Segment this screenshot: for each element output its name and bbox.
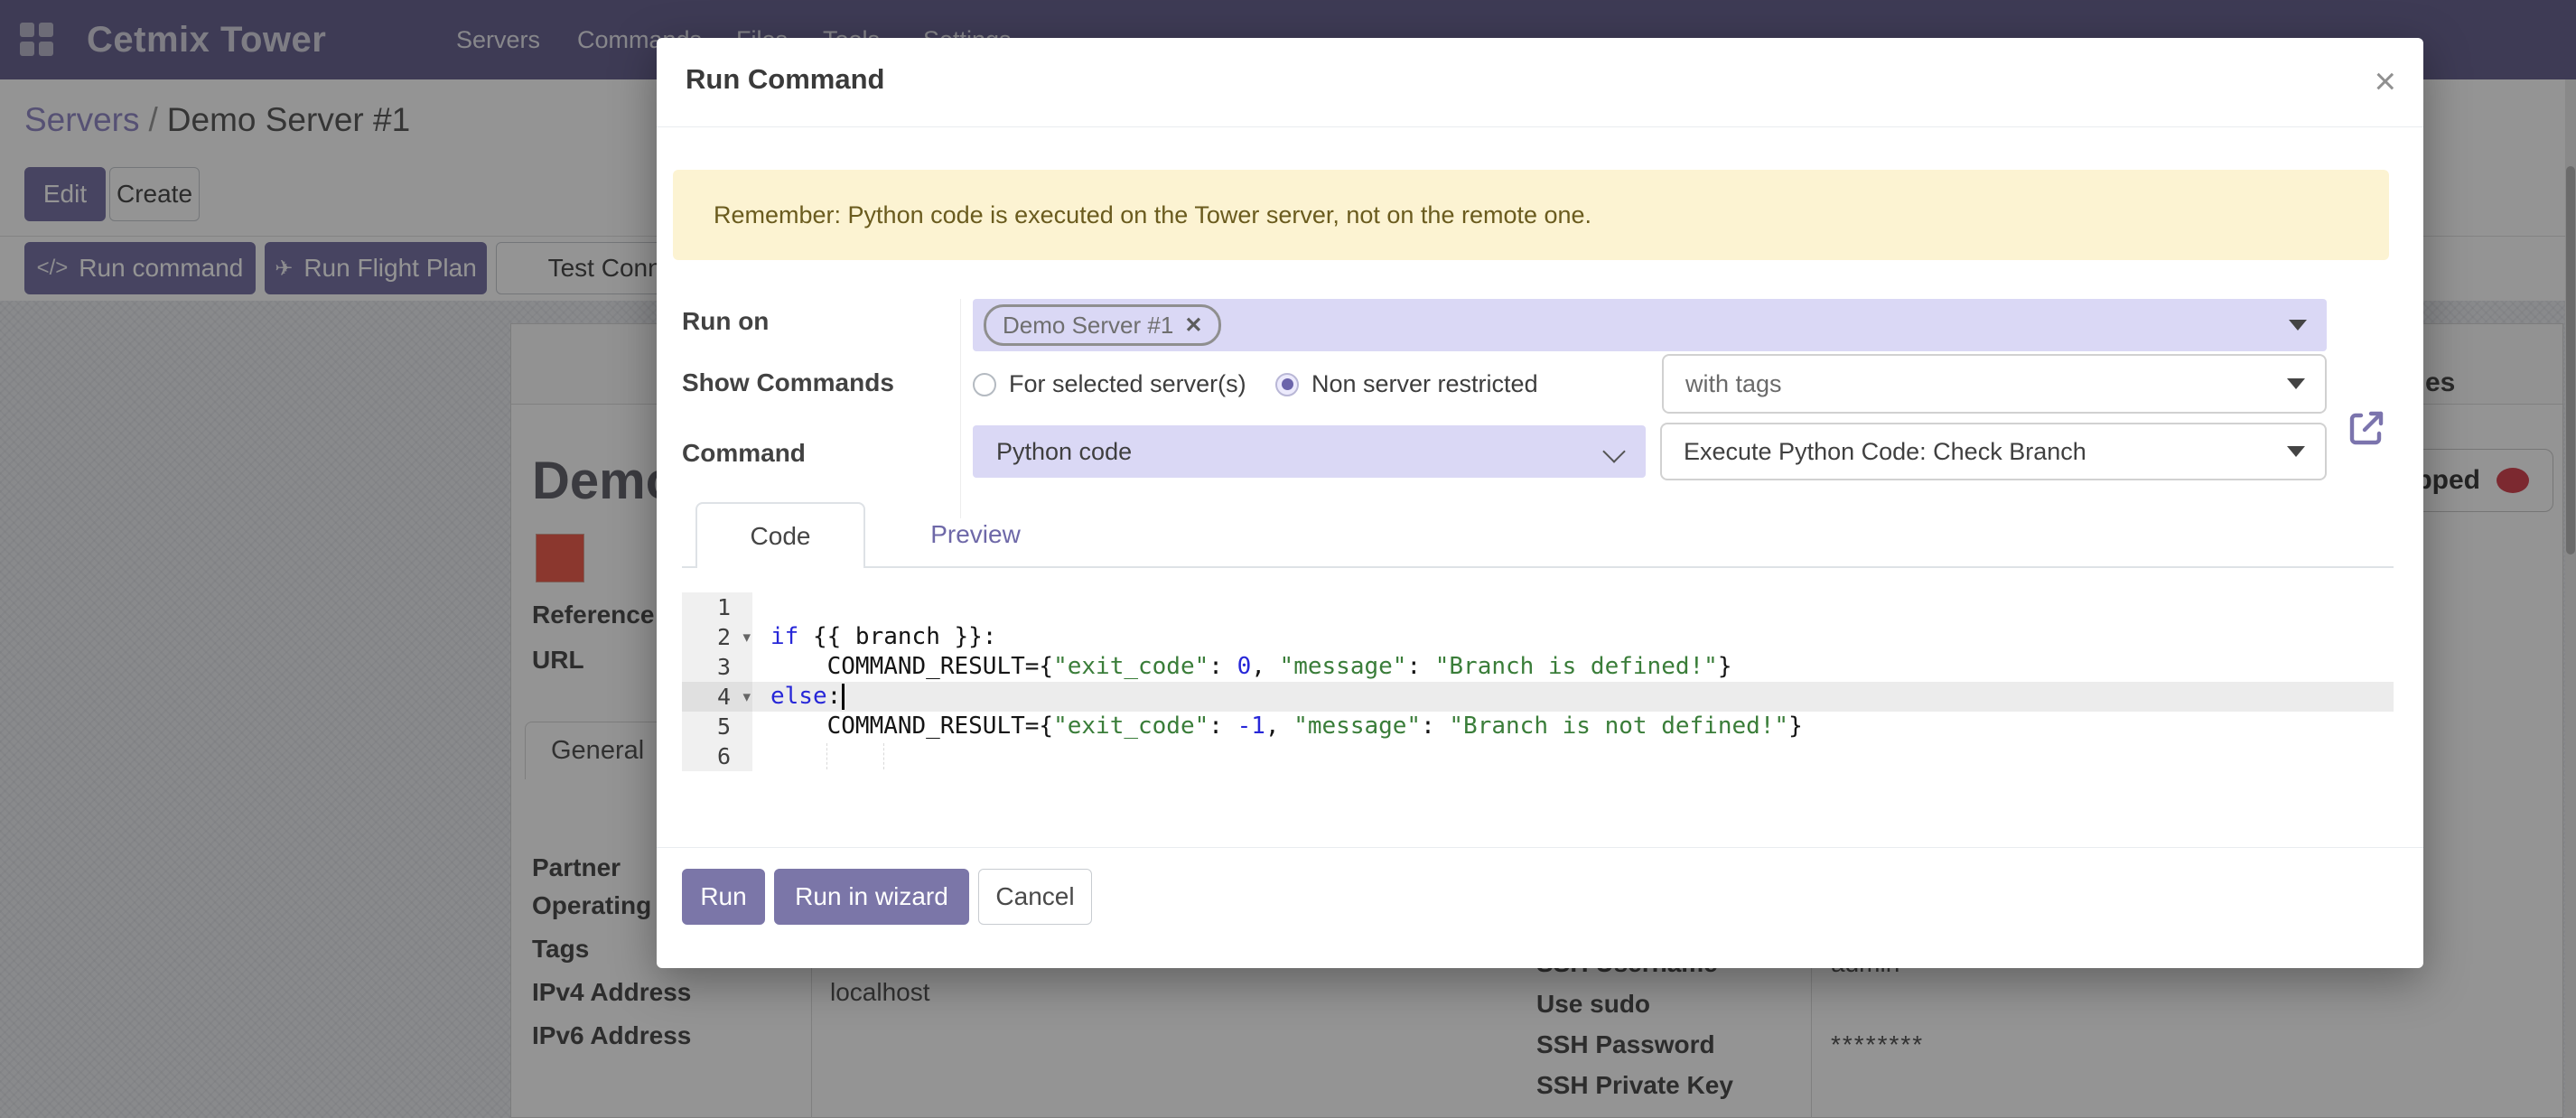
fold-arrow-icon[interactable]: ▾ [742,682,751,712]
server-tag: Demo Server #1 ✕ [984,304,1221,346]
line-number: 3 [682,652,752,682]
command-select[interactable]: Execute Python Code: Check Branch [1660,423,2327,480]
warning-text: Remember: Python code is executed on the… [714,201,1591,229]
text-cursor [842,684,845,710]
radio-for-selected-servers[interactable]: For selected server(s) [973,370,1246,398]
code-editor[interactable]: 1 2▾ if {{ branch }}: 3 COMMAND_RESULT={… [682,592,2394,773]
command-caret-icon [2287,446,2305,457]
editor-line-4-active: 4▾ else: [682,682,2394,712]
radio-unselected-icon[interactable] [973,373,996,396]
run-button[interactable]: Run [682,869,765,925]
server-tag-label: Demo Server #1 [1003,312,1173,340]
screen: Cetmix Tower Servers Commands Files Tool… [0,0,2576,1118]
modal-footer-divider [657,847,2423,848]
line-number: 1 [682,592,752,622]
cancel-button[interactable]: Cancel [978,869,1092,925]
line-number: 4 [717,684,731,710]
editor-line-3: 3 COMMAND_RESULT={"exit_code": 0, "messa… [682,652,2394,682]
radio-non-server-restricted[interactable]: Non server restricted [1275,370,1538,398]
editor-line-5: 5 COMMAND_RESULT={"exit_code": -1, "mess… [682,712,2394,741]
editor-line-1: 1 [682,592,2394,622]
command-type-value: Python code [996,438,1132,466]
tag-remove-icon[interactable]: ✕ [1184,312,1202,339]
run-on-label: Run on [682,307,769,336]
tab-code[interactable]: Code [695,502,865,568]
editor-line-2: 2▾ if {{ branch }}: [682,622,2394,652]
with-tags-placeholder: with tags [1685,370,1782,398]
run-on-caret-icon [2289,320,2307,331]
modal-title: Run Command [686,63,884,96]
indent-guide [883,743,884,769]
indent-guide [826,743,827,769]
show-commands-label: Show Commands [682,368,894,397]
editor-line-6: 6 [682,741,2394,771]
tab-preview[interactable]: Preview [881,502,1070,566]
run-in-wizard-button[interactable]: Run in wizard [774,869,969,925]
run-on-field[interactable]: Demo Server #1 ✕ [973,299,2327,351]
line-number: 6 [682,741,752,771]
fold-arrow-icon[interactable]: ▾ [742,622,751,652]
with-tags-select[interactable]: with tags [1662,354,2327,414]
command-value: Execute Python Code: Check Branch [1684,438,2086,466]
modal-header-divider [657,126,2423,127]
open-command-external-icon[interactable] [2345,406,2388,450]
line-number: 5 [682,712,752,741]
line-number: 2 [717,624,731,650]
run-command-modal: Run Command × Remember: Python code is e… [657,38,2423,968]
command-label: Command [682,439,806,468]
command-type-chevron-icon [1602,440,1625,462]
command-type-select[interactable]: Python code [973,425,1646,478]
with-tags-caret-icon [2287,378,2305,389]
form-column-separator [960,299,961,518]
python-warning-alert: Remember: Python code is executed on the… [673,170,2389,260]
tabbar-underline [682,566,2394,568]
radio-selected-icon[interactable] [1275,373,1299,396]
close-icon[interactable]: × [2374,54,2396,108]
